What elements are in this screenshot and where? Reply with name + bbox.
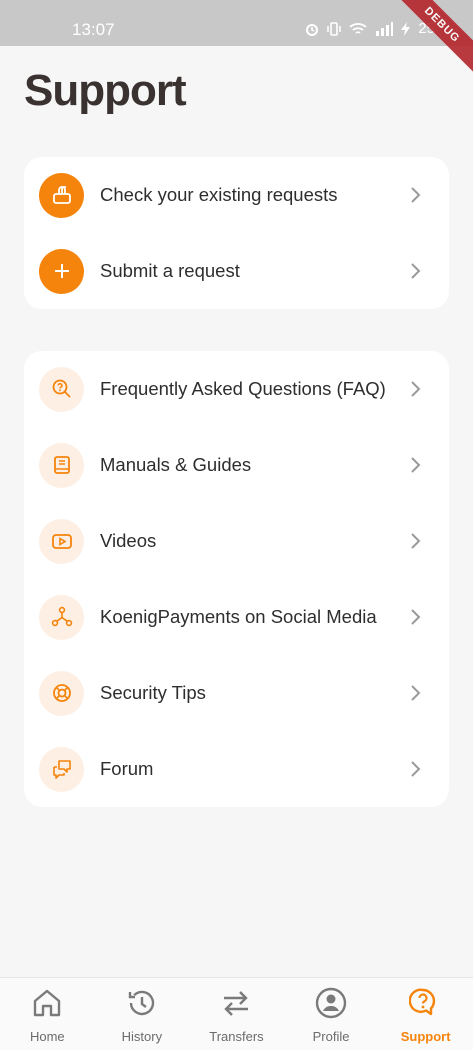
submit-request-label: Submit a request	[100, 260, 240, 281]
status-icons: 25	[305, 20, 435, 37]
faq-label: Frequently Asked Questions (FAQ)	[100, 378, 386, 399]
help-card: Frequently Asked Questions (FAQ) Manuals…	[24, 351, 449, 807]
nav-history-label: History	[121, 1029, 163, 1044]
security-tips-item[interactable]: Security Tips	[24, 655, 449, 731]
chevron-right-icon	[411, 457, 421, 473]
chevron-right-icon	[411, 187, 421, 203]
transfer-arrows-icon	[224, 991, 249, 1016]
chat-bubbles-icon	[39, 746, 84, 792]
social-media-item[interactable]: KoenigPayments on Social Media	[24, 579, 449, 655]
faq-item[interactable]: Frequently Asked Questions (FAQ)	[24, 351, 449, 427]
check-requests-label: Check your existing requests	[100, 184, 338, 205]
nav-transfers[interactable]: Transfers	[189, 978, 284, 1050]
profile-icon	[315, 987, 347, 1019]
vibrate-icon	[327, 21, 342, 36]
status-time: 13:07	[72, 20, 115, 39]
debug-banner: DEBUG	[388, 0, 473, 79]
book-icon	[39, 442, 84, 488]
videos-item[interactable]: Videos	[24, 503, 449, 579]
submit-request-item[interactable]: Submit a request	[24, 233, 449, 309]
mailbox-icon	[39, 172, 84, 218]
alarm-icon	[306, 23, 319, 36]
chevron-right-icon	[411, 761, 421, 777]
nav-support[interactable]: Support	[378, 978, 473, 1050]
nav-support-label: Support	[400, 1029, 451, 1044]
status-bar: 13:07 25 DEBUG	[0, 0, 473, 79]
nav-home[interactable]: Home	[0, 978, 95, 1050]
chevron-right-icon	[411, 381, 421, 397]
forum-item[interactable]: Forum	[24, 731, 449, 807]
lifebuoy-icon	[39, 670, 84, 716]
security-tips-label: Security Tips	[100, 682, 206, 703]
nav-transfers-label: Transfers	[209, 1029, 264, 1044]
forum-label: Forum	[100, 758, 154, 779]
search-question-icon	[39, 366, 84, 412]
nav-home-label: Home	[29, 1029, 65, 1044]
charging-icon	[401, 21, 411, 36]
social-share-icon	[39, 594, 84, 640]
chevron-right-icon	[411, 533, 421, 549]
chevron-right-icon	[411, 609, 421, 625]
chevron-right-icon	[411, 685, 421, 701]
nav-profile[interactable]: Profile	[284, 978, 379, 1050]
plus-icon	[39, 248, 84, 294]
chevron-right-icon	[411, 263, 421, 279]
page-title: Support	[24, 66, 187, 115]
videos-label: Videos	[100, 530, 157, 551]
manuals-item[interactable]: Manuals & Guides	[24, 427, 449, 503]
support-question-icon	[408, 988, 435, 1016]
play-video-icon	[39, 518, 84, 564]
history-icon	[128, 990, 155, 1016]
requests-card: Check your existing requests Submit a re…	[24, 157, 449, 309]
nav-history[interactable]: History	[95, 978, 190, 1050]
signal-icon	[376, 21, 394, 36]
wifi-icon	[349, 22, 367, 34]
manuals-label: Manuals & Guides	[100, 454, 252, 475]
check-requests-item[interactable]: Check your existing requests	[24, 157, 449, 233]
nav-profile-label: Profile	[312, 1029, 350, 1044]
social-media-label: KoenigPayments on Social Media	[100, 606, 377, 627]
bottom-nav: Home History Transfers Profile Support	[0, 977, 473, 1050]
home-icon	[34, 989, 61, 1017]
